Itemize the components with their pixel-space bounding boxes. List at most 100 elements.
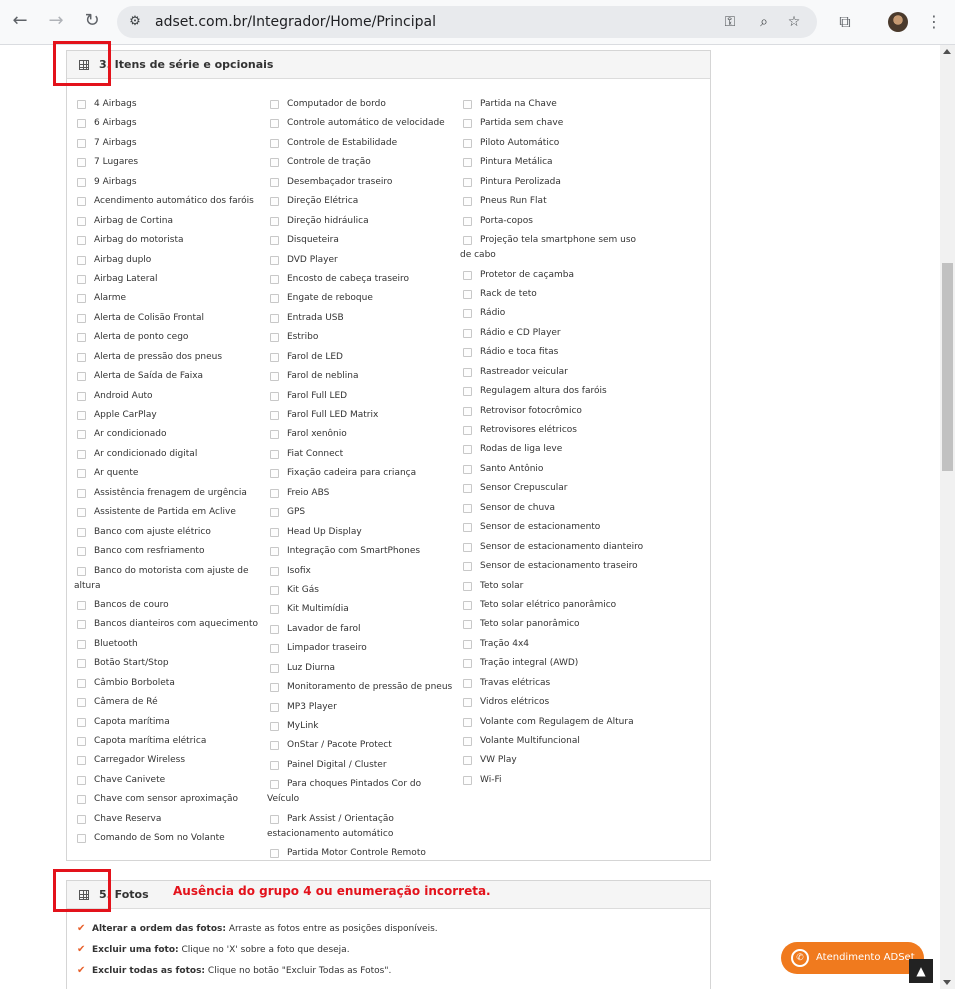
option-item[interactable]: Fiat Connect	[267, 447, 453, 462]
option-checkbox[interactable]	[270, 741, 279, 751]
option-checkbox[interactable]	[270, 236, 279, 246]
option-checkbox[interactable]	[77, 158, 86, 168]
option-item[interactable]: Disqueteira	[267, 233, 453, 248]
option-checkbox[interactable]	[77, 372, 86, 382]
option-item[interactable]: Android Auto	[74, 389, 260, 404]
option-item[interactable]: Assistente de Partida em Aclive	[74, 505, 260, 520]
option-checkbox[interactable]	[270, 313, 279, 323]
option-checkbox[interactable]	[270, 469, 279, 479]
option-item[interactable]: Park Assist / Orientação estacionamento …	[267, 812, 453, 842]
option-checkbox[interactable]	[77, 737, 86, 746]
option-checkbox[interactable]	[270, 605, 279, 615]
option-checkbox[interactable]	[77, 333, 86, 343]
option-checkbox[interactable]	[463, 484, 472, 494]
option-checkbox[interactable]	[77, 197, 86, 207]
url-text[interactable]: adset.com.br/Integrador/Home/Principal	[155, 14, 436, 30]
option-checkbox[interactable]	[77, 100, 86, 109]
option-checkbox[interactable]	[77, 678, 86, 688]
option-item[interactable]: Chave Canivete	[74, 773, 260, 788]
option-checkbox[interactable]	[270, 158, 279, 168]
option-item[interactable]: Farol Full LED Matrix	[267, 408, 453, 423]
option-checkbox[interactable]	[270, 274, 279, 284]
option-item[interactable]: Fixação cadeira para criança	[267, 466, 453, 481]
option-item[interactable]: Para choques Pintados Cor do Veículo	[267, 777, 453, 807]
option-checkbox[interactable]	[463, 659, 472, 669]
option-checkbox[interactable]	[270, 333, 279, 343]
option-item[interactable]: DVD Player	[267, 253, 453, 268]
option-item[interactable]: Airbag de Cortina	[74, 214, 260, 229]
option-checkbox[interactable]	[77, 391, 86, 401]
option-item[interactable]: Banco com ajuste elétrico	[74, 525, 260, 540]
option-checkbox[interactable]	[463, 562, 472, 572]
option-checkbox[interactable]	[77, 313, 86, 323]
option-item[interactable]: Monitoramento de pressão de pneus	[267, 680, 453, 695]
option-checkbox[interactable]	[270, 722, 279, 731]
option-item[interactable]: Rack de teto	[460, 287, 646, 302]
option-item[interactable]: Wi-Fi	[460, 773, 646, 788]
option-checkbox[interactable]	[77, 698, 86, 708]
option-item[interactable]: Pneus Run Flat	[460, 194, 646, 209]
bookmark-star-icon[interactable]: ☆	[783, 12, 805, 32]
option-item[interactable]: Rastreador veicular	[460, 365, 646, 380]
option-item[interactable]: Controle de tração	[267, 155, 453, 170]
option-checkbox[interactable]	[463, 639, 472, 649]
option-item[interactable]: Luz Diurna	[267, 661, 453, 676]
option-item[interactable]: Lavador de farol	[267, 622, 453, 637]
option-checkbox[interactable]	[270, 177, 279, 187]
option-item[interactable]: 4 Airbags	[74, 97, 260, 112]
option-item[interactable]: Teto solar panorâmico	[460, 617, 646, 632]
option-checkbox[interactable]	[77, 138, 86, 148]
option-item[interactable]: Head Up Display	[267, 525, 453, 540]
option-checkbox[interactable]	[463, 236, 472, 246]
support-chat-button[interactable]: ✆ Atendimento ADSet	[781, 942, 924, 974]
option-checkbox[interactable]	[270, 488, 279, 498]
option-item[interactable]: 9 Airbags	[74, 175, 260, 190]
option-checkbox[interactable]	[463, 138, 472, 148]
option-item[interactable]: Kit Gás	[267, 583, 453, 598]
option-item[interactable]: Controle automático de velocidade	[267, 116, 453, 131]
option-item[interactable]: Partida Motor Controle Remoto	[267, 846, 453, 861]
option-checkbox[interactable]	[270, 527, 279, 537]
option-item[interactable]: Teto solar elétrico panorâmico	[460, 598, 646, 613]
option-checkbox[interactable]	[270, 644, 279, 654]
option-item[interactable]: Direção Elétrica	[267, 194, 453, 209]
option-checkbox[interactable]	[270, 197, 279, 207]
option-checkbox[interactable]	[270, 624, 279, 634]
option-checkbox[interactable]	[77, 620, 86, 630]
option-item[interactable]: Entrada USB	[267, 311, 453, 326]
option-item[interactable]: Sensor de estacionamento dianteiro	[460, 540, 646, 555]
option-checkbox[interactable]	[270, 683, 279, 693]
option-checkbox[interactable]	[463, 197, 472, 207]
option-checkbox[interactable]	[270, 430, 279, 440]
option-checkbox[interactable]	[463, 503, 472, 513]
option-checkbox[interactable]	[77, 659, 86, 669]
scroll-thumb[interactable]	[942, 263, 953, 471]
option-item[interactable]: MyLink	[267, 719, 453, 734]
option-item[interactable]: Partida na Chave	[460, 97, 646, 112]
option-item[interactable]: Retrovisores elétricos	[460, 423, 646, 438]
option-item[interactable]: Limpador traseiro	[267, 641, 453, 656]
option-checkbox[interactable]	[77, 255, 86, 265]
option-item[interactable]: Alerta de Saída de Faixa	[74, 369, 260, 384]
option-checkbox[interactable]	[77, 795, 86, 805]
option-checkbox[interactable]	[270, 352, 279, 362]
option-checkbox[interactable]	[463, 620, 472, 630]
option-checkbox[interactable]	[77, 469, 86, 479]
site-info-icon[interactable]: ⚙	[125, 12, 145, 32]
option-item[interactable]: Chave Reserva	[74, 812, 260, 827]
option-item[interactable]: Partida sem chave	[460, 116, 646, 131]
option-item[interactable]: GPS	[267, 505, 453, 520]
option-item[interactable]: Farol de neblina	[267, 369, 453, 384]
option-item[interactable]: Encosto de cabeça traseiro	[267, 272, 453, 287]
option-checkbox[interactable]	[270, 391, 279, 401]
option-item[interactable]: Kit Multimídia	[267, 602, 453, 617]
option-item[interactable]: Rádio	[460, 306, 646, 321]
option-item[interactable]: Volante com Regulagem de Altura	[460, 715, 646, 730]
option-checkbox[interactable]	[463, 737, 472, 746]
option-checkbox[interactable]	[463, 678, 472, 688]
option-checkbox[interactable]	[77, 756, 86, 766]
option-checkbox[interactable]	[463, 289, 472, 299]
option-item[interactable]: Banco com resfriamento	[74, 544, 260, 559]
option-item[interactable]: Capota marítima	[74, 715, 260, 730]
option-checkbox[interactable]	[77, 547, 86, 557]
